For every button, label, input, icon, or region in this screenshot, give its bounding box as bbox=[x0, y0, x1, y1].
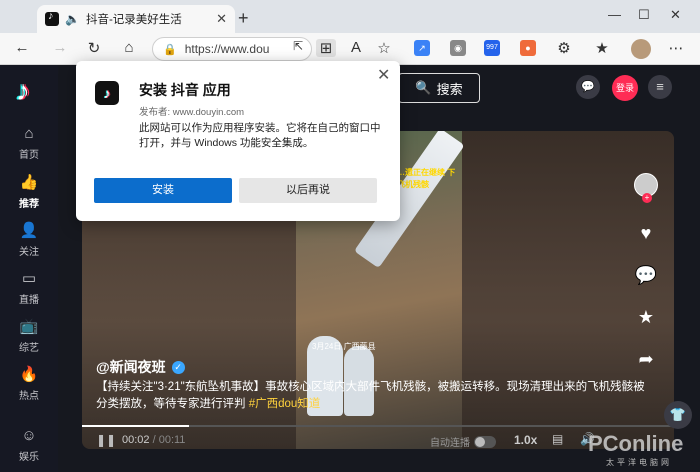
sidebar-item-label: 首页 bbox=[19, 150, 39, 161]
share-icon[interactable]: ➦ bbox=[634, 349, 658, 370]
video-frame-caption: 3月24日 广西藤县 bbox=[312, 342, 376, 351]
autoplay-switch[interactable] bbox=[474, 435, 496, 448]
speaker-icon[interactable]: 🔈 bbox=[65, 12, 80, 26]
autoplay-toggle[interactable]: 自动连播 bbox=[430, 434, 496, 449]
progress-fill bbox=[82, 425, 189, 427]
sidebar-item-label: 推荐 bbox=[19, 199, 39, 210]
current-time: 00:02 bbox=[122, 434, 150, 446]
skin-icon[interactable]: 👕 bbox=[664, 401, 692, 429]
smile-icon: ☺ bbox=[21, 427, 37, 444]
follow-plus-icon[interactable]: + bbox=[642, 193, 652, 203]
window-close-icon[interactable]: ✕ bbox=[670, 7, 681, 23]
author-name: @新闻夜班 bbox=[96, 359, 166, 375]
duration: 00:11 bbox=[158, 434, 186, 446]
home-icon: ⌂ bbox=[24, 125, 34, 142]
sidebar-item-home[interactable]: ⌂ 首页 bbox=[0, 125, 58, 161]
tab-title: 抖音-记录美好生活 bbox=[85, 14, 182, 26]
sidebar-item-label: 娱乐 bbox=[19, 452, 39, 463]
speed-button[interactable]: 1.0x bbox=[514, 433, 537, 447]
time-display: 00:02 / 00:11 bbox=[122, 434, 186, 446]
sidebar-item-entertainment[interactable]: ☺ 娱乐 bbox=[0, 427, 58, 463]
later-button[interactable]: 以后再说 bbox=[239, 178, 377, 203]
sidebar-item-variety[interactable]: 📺 综艺 bbox=[0, 317, 58, 354]
sidebar-item-hot[interactable]: 🔥 热点 bbox=[0, 365, 58, 402]
read-aloud-icon[interactable]: A bbox=[346, 39, 366, 56]
browser-tab[interactable]: 🔈 抖音-记录美好生活 ✕ bbox=[37, 5, 235, 33]
dialog-close-icon[interactable]: ✕ bbox=[377, 65, 390, 85]
description-text: 【持续关注"3·21"东航坠机事故】事故核心区域内大部件飞机残骸，被搬运转移。现… bbox=[96, 381, 645, 410]
new-tab-button[interactable]: + bbox=[238, 8, 249, 29]
sidebar-item-label: 关注 bbox=[19, 247, 39, 258]
sidebar-item-follow[interactable]: 👤 关注 bbox=[0, 221, 58, 258]
star-icon[interactable]: ★ bbox=[634, 307, 658, 328]
install-button[interactable]: 安装 bbox=[94, 178, 232, 203]
menu-icon[interactable]: ≡ bbox=[648, 75, 672, 99]
sidebar: ♪ ⌂ 首页 👍 推荐 👤 关注 ▭ 直播 📺 综艺 🔥 热点 ☺ 娱乐 bbox=[0, 65, 58, 472]
profile-avatar[interactable] bbox=[631, 39, 651, 59]
video-author[interactable]: @新闻夜班 ✓ bbox=[96, 357, 185, 377]
user-extension-icon[interactable]: ◉ bbox=[450, 40, 466, 56]
circle-extension-icon[interactable]: ● bbox=[520, 40, 536, 56]
search-icon: 🔍 bbox=[415, 80, 432, 95]
verified-icon: ✓ bbox=[171, 360, 185, 374]
message-icon[interactable]: 💬 bbox=[576, 75, 600, 99]
live-icon: ▭ bbox=[21, 270, 37, 287]
video-controls: ❚❚ 00:02 / 00:11 自动连播 1.0x ▤ 🔊 bbox=[82, 425, 674, 449]
app-install-icon[interactable]: ⊞ bbox=[316, 39, 336, 57]
extensions-icon[interactable]: ⚙ bbox=[554, 39, 574, 57]
maximize-icon[interactable]: ☐ bbox=[638, 7, 650, 23]
favorites-icon[interactable]: ★ bbox=[592, 39, 612, 57]
login-button[interactable]: 登录 bbox=[612, 75, 638, 101]
dialog-title: 安装 抖音 应用 bbox=[139, 82, 231, 98]
home-icon[interactable]: ⌂ bbox=[119, 39, 139, 56]
favorite-add-icon[interactable]: ☆ bbox=[374, 39, 394, 57]
refresh-icon[interactable]: ↻ bbox=[84, 39, 104, 57]
follow-icon: 👤 bbox=[19, 222, 39, 239]
install-app-dialog: ♪ ✕ 安装 抖音 应用 发布者: www.douyin.com 此网站可以作为… bbox=[76, 61, 400, 221]
douyin-favicon-icon bbox=[45, 10, 59, 26]
browser-titlebar: 🔈 抖音-记录美好生活 ✕ + — ☐ ✕ bbox=[0, 0, 700, 33]
sidebar-item-recommend[interactable]: 👍 推荐 bbox=[0, 173, 58, 210]
like-icon[interactable]: ♥ bbox=[634, 223, 658, 244]
thumbs-up-icon: 👍 bbox=[19, 174, 39, 191]
dialog-body: 此网站可以作为应用程序安装。它将在自己的窗口中打开，并与 Windows 功能安… bbox=[139, 122, 381, 149]
watermark-brand: PConline bbox=[588, 431, 684, 456]
minimize-icon[interactable]: — bbox=[608, 7, 621, 22]
progress-bar[interactable] bbox=[82, 425, 674, 427]
sidebar-item-label: 热点 bbox=[19, 391, 39, 402]
chart-extension-icon[interactable]: ↗ bbox=[414, 40, 430, 56]
sidebar-item-live[interactable]: ▭ 直播 bbox=[0, 269, 58, 306]
video-description: 【持续关注"3·21"东航坠机事故】事故核心区域内大部件飞机残骸，被搬运转移。现… bbox=[96, 379, 656, 413]
tv-icon: 📺 bbox=[19, 318, 39, 335]
sidebar-item-label: 直播 bbox=[19, 295, 39, 306]
search-button[interactable]: 🔍 搜索 bbox=[398, 73, 480, 103]
lock-icon[interactable]: 🔒 bbox=[163, 43, 177, 56]
douyin-logo-icon[interactable]: ♪ bbox=[16, 75, 30, 107]
open-in-app-icon[interactable]: ⇱ bbox=[288, 39, 308, 53]
more-menu-icon[interactable]: ⋯ bbox=[666, 39, 686, 57]
video-overlay-text: …遗正在继续 下飞机残骸 bbox=[397, 168, 456, 189]
douyin-app-icon: ♪ bbox=[95, 81, 119, 105]
pause-icon[interactable]: ❚❚ bbox=[96, 433, 116, 447]
flame-icon: 🔥 bbox=[19, 366, 39, 383]
dialog-publisher: 发布者: www.douyin.com bbox=[139, 107, 245, 118]
comment-icon[interactable]: 💬 bbox=[634, 265, 658, 286]
badge-extension-icon[interactable]: 997 bbox=[484, 40, 500, 56]
sidebar-item-label: 综艺 bbox=[19, 343, 39, 354]
url-text: https://www.dou bbox=[184, 42, 270, 56]
autoplay-label: 自动连播 bbox=[430, 438, 470, 449]
back-icon[interactable]: ← bbox=[12, 39, 32, 56]
tab-close-icon[interactable]: ✕ bbox=[216, 11, 227, 27]
forward-icon[interactable]: → bbox=[50, 39, 70, 56]
watermark-sub: 太平洋电脑网 bbox=[606, 458, 672, 467]
hashtag-link[interactable]: #广西dou知道 bbox=[249, 398, 321, 410]
search-label: 搜索 bbox=[436, 81, 463, 97]
danmaku-icon[interactable]: ▤ bbox=[552, 432, 563, 446]
